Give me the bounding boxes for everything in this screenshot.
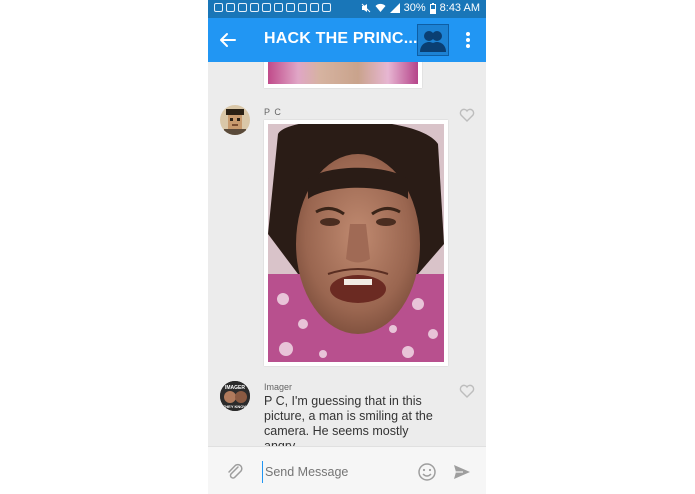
- battery-icon: [429, 2, 436, 14]
- wifi-icon: [375, 3, 386, 12]
- compose-bar: [208, 446, 486, 494]
- mail-icon: [238, 3, 247, 12]
- notification-icon: [214, 3, 223, 12]
- message-feed[interactable]: P C IMAGER THEY KNOW Imager P C, I'm gue…: [208, 62, 486, 446]
- status-right: 30% 8:43 AM: [361, 2, 480, 14]
- notification-icon: [286, 3, 295, 12]
- imager-avatar[interactable]: IMAGER THEY KNOW: [220, 381, 250, 411]
- message-text: P C, I'm guessing that in this picture, …: [264, 394, 433, 446]
- phone-screen: 30% 8:43 AM HACK THE PRINC... P C IMAGER…: [208, 0, 486, 494]
- message-sender: Imager: [264, 382, 293, 392]
- notification-icons: [214, 3, 331, 12]
- pc-avatar[interactable]: [220, 105, 250, 135]
- image-message[interactable]: [264, 120, 448, 366]
- attachment-icon[interactable]: [226, 463, 244, 481]
- group-icon: [420, 31, 446, 52]
- status-bar: 30% 8:43 AM: [208, 0, 486, 18]
- send-icon[interactable]: [453, 463, 471, 481]
- heart-icon[interactable]: [459, 384, 475, 398]
- svg-text:IMAGER: IMAGER: [225, 385, 245, 391]
- shared-photo: [268, 124, 444, 362]
- more-options-icon[interactable]: [464, 30, 472, 50]
- notification-icon: [262, 3, 271, 12]
- angry-face-illustration: [268, 124, 444, 362]
- notification-icon: [298, 3, 307, 12]
- message-input[interactable]: [262, 461, 407, 483]
- signal-icon: [389, 3, 400, 13]
- previous-image-message[interactable]: [264, 62, 422, 88]
- battery-percent: 30%: [403, 2, 426, 14]
- back-arrow-icon[interactable]: [218, 30, 238, 50]
- instagram-icon: [310, 3, 319, 12]
- emoji-icon[interactable]: [417, 462, 437, 482]
- mute-icon: [361, 3, 370, 13]
- notification-icon: [250, 3, 259, 12]
- imager-logo-icon: IMAGER THEY KNOW: [220, 381, 250, 411]
- chat-title: HACK THE PRINC...: [264, 30, 418, 47]
- app-bar: HACK THE PRINC...: [208, 18, 486, 62]
- previous-photo: [268, 62, 418, 84]
- group-avatar[interactable]: [417, 24, 449, 56]
- heart-icon[interactable]: [459, 108, 475, 122]
- facebook-icon: [226, 3, 235, 12]
- clock: 8:43 AM: [439, 2, 480, 14]
- gallery-icon: [274, 3, 283, 12]
- pixel-avatar-icon: [220, 105, 250, 135]
- svg-text:THEY KNOW: THEY KNOW: [223, 404, 248, 409]
- notification-icon: [322, 3, 331, 12]
- message-sender: P C: [264, 107, 282, 117]
